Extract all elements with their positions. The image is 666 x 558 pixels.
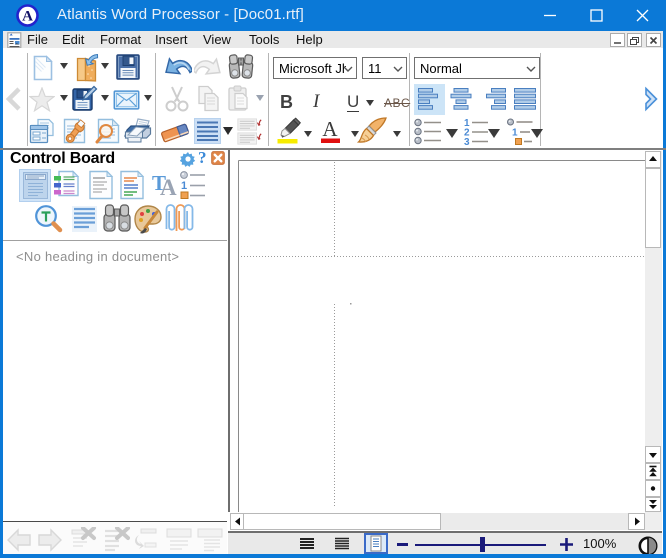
- svg-text:1: 1: [512, 128, 518, 139]
- svg-text:1: 1: [181, 180, 187, 192]
- svg-text:A: A: [322, 118, 338, 141]
- svg-text:3: 3: [464, 137, 470, 145]
- svg-text:A: A: [22, 9, 33, 25]
